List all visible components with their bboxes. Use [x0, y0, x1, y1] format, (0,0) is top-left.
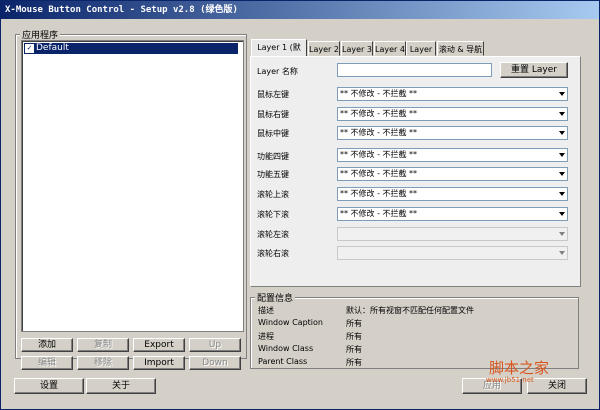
wheel-down-select[interactable]: ** 不修改 - 不拦截 **	[337, 207, 568, 221]
button-4-label: 功能四键	[257, 152, 289, 161]
chevron-down-icon	[559, 192, 565, 196]
down-button[interactable]: Down	[189, 356, 241, 370]
tab-layer-1[interactable]: Layer 1 (默认)	[251, 39, 307, 67]
main-window: X-Mouse Button Control - Setup v2.8 (绿色版…	[0, 0, 600, 410]
info-window-caption-label: Window Caption	[258, 318, 323, 327]
left-button-label: 鼠标左键	[257, 90, 289, 99]
reset-layer-button[interactable]: 重置 Layer	[500, 62, 568, 78]
window-title: X-Mouse Button Control - Setup v2.8 (绿色版…	[5, 5, 238, 15]
info-parent-class-value: 所有	[346, 358, 362, 367]
info-description-label: 描述	[258, 306, 274, 315]
list-item-label: Default	[36, 43, 69, 53]
chevron-down-icon	[559, 251, 565, 255]
tab-layer-2[interactable]: Layer 2	[308, 41, 340, 56]
settings-button[interactable]: 设置	[14, 378, 84, 394]
title-bar: X-Mouse Button Control - Setup v2.8 (绿色版…	[1, 1, 599, 19]
button-5-label: 功能五键	[257, 170, 289, 179]
checkbox-icon[interactable]: ✓	[25, 44, 34, 53]
right-button-select[interactable]: ** 不修改 - 不拦截 **	[337, 107, 568, 121]
export-button[interactable]: Export	[133, 338, 185, 352]
button-4-select[interactable]: ** 不修改 - 不拦截 **	[337, 148, 568, 162]
chevron-down-icon	[559, 131, 565, 135]
up-button[interactable]: Up	[189, 338, 241, 352]
wheel-right-label: 滚轮右滚	[257, 249, 289, 258]
wheel-right-select[interactable]	[337, 246, 568, 260]
tab-scroll-navigation[interactable]: 滚动 & 导航	[437, 41, 484, 56]
tab-layer-3[interactable]: Layer 3	[341, 41, 373, 56]
edit-button[interactable]: 编辑	[21, 356, 73, 370]
info-description-value: 默认：所有视窗不匹配任何配置文件	[346, 306, 474, 315]
wheel-up-select[interactable]: ** 不修改 - 不拦截 **	[337, 187, 568, 201]
middle-button-select[interactable]: ** 不修改 - 不拦截 **	[337, 126, 568, 140]
info-parent-class-label: Parent Class	[258, 357, 308, 366]
chevron-down-icon	[559, 172, 565, 176]
chevron-down-icon	[559, 153, 565, 157]
layer-name-label: Layer 名称	[257, 67, 298, 76]
config-info-group-label: 配置信息	[255, 291, 296, 304]
chevron-down-icon	[559, 232, 565, 236]
info-process-label: 进程	[258, 332, 274, 341]
list-item-default[interactable]: ✓ Default	[24, 43, 238, 54]
copy-button[interactable]: 复制	[77, 338, 129, 352]
layer-name-input[interactable]	[337, 63, 492, 77]
info-window-caption-value: 所有	[346, 319, 362, 328]
app-list[interactable]: ✓ Default	[21, 40, 244, 332]
watermark-logo: 脚本之家	[489, 359, 550, 377]
info-window-class-value: 所有	[346, 345, 362, 354]
info-process-value: 所有	[346, 332, 362, 341]
button-5-select[interactable]: ** 不修改 - 不拦截 **	[337, 167, 568, 181]
middle-button-label: 鼠标中键	[257, 129, 289, 138]
tab-layer-4[interactable]: Layer 4	[374, 41, 406, 56]
chevron-down-icon	[559, 212, 565, 216]
add-button[interactable]: 添加	[21, 338, 73, 352]
chevron-down-icon	[559, 112, 565, 116]
wheel-up-label: 滚轮上滚	[257, 190, 289, 199]
info-window-class-label: Window Class	[258, 344, 314, 353]
import-button[interactable]: Import	[133, 356, 185, 370]
watermark-url: www.jb51.net	[486, 376, 534, 384]
left-button-select[interactable]: ** 不修改 - 不拦截 **	[337, 87, 568, 101]
wheel-left-select[interactable]	[337, 227, 568, 241]
wheel-down-label: 滚轮下滚	[257, 210, 289, 219]
wheel-left-label: 滚轮左滚	[257, 230, 289, 239]
right-button-label: 鼠标右键	[257, 110, 289, 119]
close-button[interactable]: 关闭	[527, 378, 587, 394]
remove-button[interactable]: 移除	[77, 356, 129, 370]
tab-layer-5[interactable]: Layer 5	[406, 41, 436, 69]
chevron-down-icon	[559, 92, 565, 96]
about-button[interactable]: 关于	[86, 378, 156, 394]
